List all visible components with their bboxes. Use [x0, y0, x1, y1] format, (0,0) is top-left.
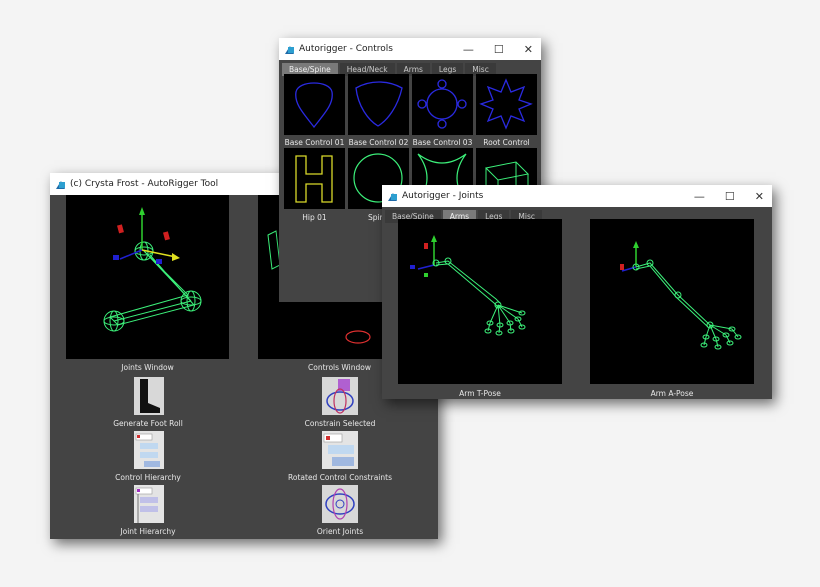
maximize-button[interactable]: ☐: [494, 43, 504, 56]
joints-window: Autorigger - Joints — ☐ ✕ Base/Spine Arm…: [382, 185, 772, 399]
joint-hierarchy-icon: [134, 485, 164, 523]
joint-hierarchy-label: Joint Hierarchy: [120, 527, 176, 536]
rotated-control-constraints-button[interactable]: [318, 429, 362, 471]
base-control-02-button[interactable]: [348, 74, 409, 135]
base-control-01-label: Base Control 01: [284, 138, 345, 147]
base-control-03-button[interactable]: [412, 74, 473, 135]
star-control-icon: [479, 78, 533, 130]
shield-control-icon: [355, 81, 403, 127]
maximize-button[interactable]: ☐: [725, 190, 735, 203]
maya-app-icon: [388, 192, 397, 201]
arm-a-pose-button[interactable]: [590, 219, 754, 384]
generate-foot-roll-button[interactable]: [126, 375, 170, 417]
constrain-selected-label: Constrain Selected: [304, 419, 376, 428]
minimize-button[interactable]: —: [463, 43, 474, 56]
orient-icon: [322, 485, 358, 523]
joints-window-title: Autorigger - Joints: [402, 191, 484, 201]
controls-window-title: Autorigger - Controls: [299, 44, 393, 54]
generate-foot-roll-label: Generate Foot Roll: [113, 419, 183, 428]
orient-joints-button[interactable]: [318, 483, 362, 525]
close-button[interactable]: ✕: [524, 43, 533, 56]
hierarchy-icon: [134, 431, 164, 469]
base-control-03-label: Base Control 03: [412, 138, 473, 147]
root-control-label: Root Control: [483, 138, 530, 147]
root-control-button[interactable]: [476, 74, 537, 135]
arm-a-pose-label: Arm A-Pose: [650, 389, 694, 398]
tool-window-title: (c) Crysta Frost - AutoRigger Tool: [70, 179, 219, 189]
base-control-02-label: Base Control 02: [348, 138, 409, 147]
teardrop-control-icon: [295, 82, 333, 129]
arm-a-pose-preview: [620, 241, 742, 350]
arm-t-pose-button[interactable]: [398, 219, 562, 384]
maya-app-icon: [285, 45, 294, 54]
foot-icon: [134, 377, 164, 415]
close-button[interactable]: ✕: [755, 190, 764, 203]
arm-t-pose-preview: [410, 235, 526, 336]
rotated-constraints-icon: [322, 431, 358, 469]
joints-titlebar[interactable]: Autorigger - Joints — ☐ ✕: [382, 185, 772, 207]
controls-titlebar[interactable]: Autorigger - Controls — ☐ ✕: [279, 38, 541, 60]
minimize-button[interactable]: —: [694, 190, 705, 203]
control-hierarchy-label: Control Hierarchy: [115, 473, 181, 482]
control-hierarchy-button[interactable]: [126, 429, 170, 471]
hip-01-label: Hip 01: [302, 213, 327, 222]
constrain-selected-button[interactable]: [318, 375, 362, 417]
hip-01-button[interactable]: [284, 148, 345, 209]
rotated-control-constraints-label: Rotated Control Constraints: [288, 473, 392, 482]
joints-window-label: Joints Window: [121, 363, 174, 372]
joints-window-button[interactable]: [66, 195, 229, 359]
base-control-01-button[interactable]: [284, 74, 345, 135]
constrain-icon: [322, 377, 358, 415]
circle-arrows-control-icon: [417, 79, 467, 129]
arm-t-pose-label: Arm T-Pose: [459, 389, 501, 398]
orient-joints-label: Orient Joints: [316, 527, 364, 536]
joint-hierarchy-button[interactable]: [126, 483, 170, 525]
hip-control-icon: [295, 155, 333, 203]
leg-rig-preview: [103, 207, 202, 332]
maya-app-icon: [56, 180, 65, 189]
